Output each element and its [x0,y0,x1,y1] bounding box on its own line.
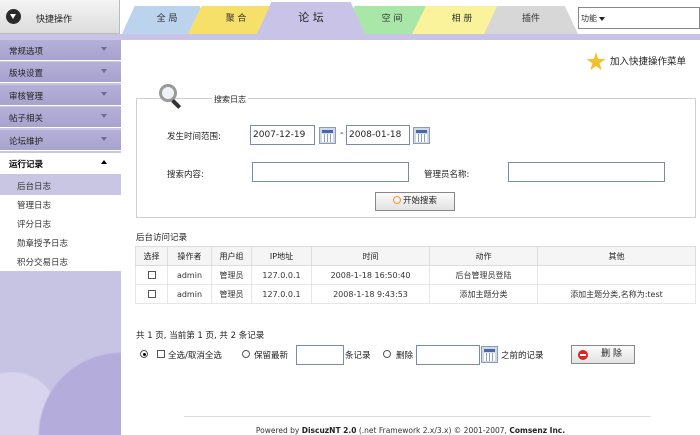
cell-other: 添加主题分类,名称为:test [537,284,696,304]
col-group: 用户组 [211,246,252,266]
select-all-label: 全选/取消全选 [168,351,222,361]
chevron-down-icon [101,137,107,141]
sidebar-section-general[interactable]: 常规选项 [0,40,121,61]
footer: Powered by DiscuzNT 2.0 (.net Framework … [121,426,700,435]
chevron-down-icon [101,114,107,118]
chevron-down-icon [101,69,107,73]
magnifier-icon [159,84,185,110]
sidebar-item-medal-log[interactable]: 勋章授予日志 [0,233,121,252]
cell-ip: 127.0.0.1 [251,284,312,304]
chevron-down-icon [101,92,107,96]
quick-ops-label: 快捷操作 [36,15,73,25]
sidebar-section-board[interactable]: 版块设置 [0,62,121,83]
table-row: admin 管理员 127.0.0.1 2008-1-18 9:43:53 添加… [135,284,696,304]
dropdown-arrow-icon [599,16,605,21]
start-search-button[interactable]: 开始搜索 [375,192,455,211]
sidebar-item-credit-log[interactable]: 积分交易日志 [0,252,121,271]
radio-delete-before[interactable] [383,350,391,358]
footer-company[interactable]: Comsenz Inc. [509,426,565,435]
footer-prefix: Powered by [255,426,300,435]
row-checkbox[interactable] [147,290,156,298]
delete-date-input[interactable] [416,345,480,365]
footer-framework: (.net Framework 2.x/3.x) [358,426,452,435]
chevron-down-icon [101,47,107,51]
delete-before-label: 删除 [396,351,414,361]
cell-time: 2008-1-18 9:43:53 [311,284,430,304]
footer-copyright: © 2001-2007, [453,426,507,435]
sidebar-section-logs[interactable]: 运行记录 [0,153,121,174]
keep-latest-label: 保留最新 [254,351,289,361]
main-content: 加入快捷操作菜单 搜索日志 发生时间范围: 2007-12-19 - 2008-… [121,40,700,435]
start-date-input[interactable]: 2007-12-19 [250,125,315,145]
col-select: 选择 [135,246,168,266]
tab-plugin[interactable]: 插件 [484,6,578,34]
function-select[interactable]: 功能 [578,7,700,29]
add-quick-menu-link[interactable]: 加入快捷操作菜单 [586,52,686,72]
sidebar-decoration [0,272,121,435]
cell-operator: admin [167,284,212,304]
table-row: admin 管理员 127.0.0.1 2008-1-18 16:50:40 后… [135,265,696,285]
calendar-icon[interactable] [481,346,498,363]
radio-select-all[interactable] [140,350,148,358]
cell-other [537,265,696,285]
col-action: 动作 [429,246,538,266]
search-legend: 搜索日志 [212,94,248,105]
pagination-info: 共 1 页, 当前第 1 页, 共 2 条记录 [136,331,265,341]
records-label: 条记录 [345,351,371,361]
footer-divider [184,416,651,417]
sidebar-item-moderation-log[interactable]: 管理日志 [0,195,121,214]
date-separator: - [340,128,344,139]
sidebar-section-audit[interactable]: 审核管理 [0,85,121,106]
chevron-up-icon [101,160,107,164]
row-checkbox[interactable] [147,271,156,279]
search-icon [392,196,401,204]
star-icon [586,52,606,71]
cell-group: 管理员 [211,265,252,285]
end-date-input[interactable]: 2008-01-18 [346,125,410,145]
chevron-down-icon [6,9,21,24]
cell-time: 2008-1-18 16:50:40 [311,265,430,285]
function-select-value: 功能 [581,14,597,23]
select-all-checkbox[interactable] [157,350,165,358]
main-tabs: 全 局 聚 合 空 间 相 册 插件 论 坛 [122,0,578,36]
col-operator: 操作者 [167,246,212,266]
col-other: 其他 [537,246,696,266]
col-ip: IP地址 [251,246,312,266]
sidebar-section-posts[interactable]: 帖子相关 [0,107,121,128]
log-table: 选择 操作者 用户组 IP地址 时间 动作 其他 admin 管理员 127.0… [135,246,696,304]
calendar-icon[interactable] [319,127,336,144]
calendar-icon[interactable] [413,127,430,144]
sidebar-item-admin-log[interactable]: 后台日志 [0,176,121,195]
table-header-row: 选择 操作者 用户组 IP地址 时间 动作 其他 [135,246,696,266]
tab-forum[interactable]: 论 坛 [256,2,366,36]
search-content-input[interactable] [252,162,409,182]
cell-action: 添加主题分类 [429,284,538,304]
before-records-label: 之前的记录 [501,351,544,361]
cell-operator: admin [167,265,212,285]
admin-name-label: 管理员名称: [424,170,470,180]
admin-name-input[interactable] [508,162,665,182]
keep-count-input[interactable] [296,345,344,365]
col-time: 时间 [311,246,430,266]
cell-action: 后台管理员登陆 [429,265,538,285]
cell-ip: 127.0.0.1 [251,265,312,285]
delete-button[interactable]: 删 除 [571,345,635,364]
radio-keep-latest[interactable] [242,350,250,358]
time-range-label: 发生时间范围: [167,132,221,142]
footer-product[interactable]: DiscuzNT 2.0 [302,426,357,435]
log-section-title: 后台访问记录 [136,233,188,243]
sidebar-item-rating-log[interactable]: 评分日志 [0,214,121,233]
remove-icon [578,350,588,360]
sidebar-section-maintenance[interactable]: 论坛维护 [0,130,121,151]
content-label: 搜索内容: [167,170,204,180]
top-bar: 快捷操作 全 局 聚 合 空 间 相 册 插件 论 坛 功能 [0,0,700,36]
quick-ops-button[interactable]: 快捷操作 [0,0,120,34]
sidebar: 常规选项 版块设置 审核管理 帖子相关 论坛维护 运行记录 后台日志 管理日志 … [0,40,121,435]
delete-options: 全选/取消全选 保留最新 条记录 删除 之前的记录 删 除 [138,345,698,365]
cell-group: 管理员 [211,284,252,304]
